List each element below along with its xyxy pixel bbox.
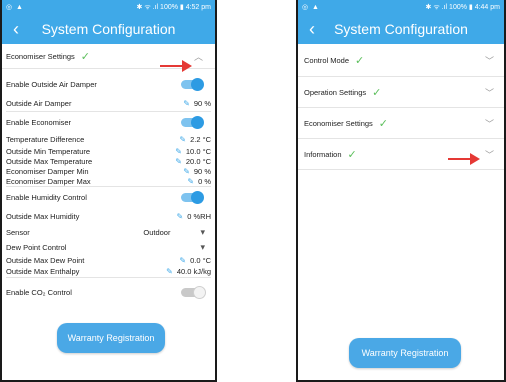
- red-arrow-annotation: [160, 60, 192, 72]
- setting-row[interactable]: Outside Max Enthalpy ✎ 40.0 kJ/kg: [2, 265, 215, 277]
- back-arrow-icon[interactable]: ‹: [302, 14, 322, 44]
- setting-row[interactable]: Outside Air Damper ✎ 90 %: [2, 95, 215, 111]
- phone-screen-right: ◎ ▲ ✱ ᯤ .ıl 100% ▮ 4:44 pm ‹ System Conf…: [296, 0, 506, 382]
- toggle-switch[interactable]: [181, 190, 204, 204]
- setting-label: Sensor: [6, 227, 30, 237]
- status-right: ✱ ᯤ .ıl 100% ▮ 4:52 pm: [136, 3, 211, 11]
- section-title: Economiser Settings: [6, 51, 75, 61]
- app-bar: ‹ System Configuration: [2, 14, 215, 44]
- setting-row[interactable]: Temperature Difference ✎ 2.2 °C: [2, 132, 215, 146]
- setting-value: 0.0 °C: [190, 255, 211, 265]
- pencil-icon[interactable]: ✎: [166, 267, 173, 276]
- setting-row[interactable]: Economiser Damper Max ✎ 0 %: [2, 176, 215, 186]
- pencil-icon[interactable]: ✎: [179, 256, 186, 265]
- back-arrow-icon[interactable]: ‹: [6, 14, 26, 44]
- page-title: System Configuration: [334, 21, 468, 37]
- app-bar: ‹ System Configuration: [298, 14, 504, 44]
- setting-value: 90 %: [193, 166, 211, 176]
- section-title: Operation Settings: [304, 87, 367, 97]
- setting-row[interactable]: Economiser Damper Min ✎ 90 %: [2, 166, 215, 176]
- section-row[interactable]: Operation Settings ✓ ﹀: [298, 77, 504, 108]
- section-title: Economiser Settings: [304, 118, 373, 128]
- setting-value: 0 %: [198, 176, 211, 186]
- warranty-registration-button[interactable]: Warranty Registration: [349, 338, 461, 368]
- setting-label: Outside Air Damper: [6, 98, 72, 108]
- toggle-switch[interactable]: [181, 285, 206, 299]
- status-icons: ◎ ▲: [302, 4, 320, 11]
- setting-value: 10.0 °C: [185, 146, 211, 156]
- setting-label: Dew Point Control: [6, 242, 67, 252]
- section-title: Information: [304, 149, 342, 159]
- setting-label: Economiser Damper Min: [6, 166, 89, 176]
- pencil-icon[interactable]: ✎: [179, 135, 186, 144]
- status-bar: ◎ ▲ ✱ ᯤ .ıl 100% ▮ 4:52 pm: [2, 0, 215, 14]
- setting-label: Outside Max Temperature: [6, 156, 93, 166]
- settings-list: Enable Outside Air Damper Outside Air Dam…: [2, 69, 215, 306]
- check-icon: ✓: [378, 117, 389, 130]
- chevron-down-icon[interactable]: ﹀: [485, 148, 494, 161]
- check-icon: ✓: [80, 50, 91, 63]
- chevron-up-icon[interactable]: ︿: [194, 50, 203, 63]
- setting-row[interactable]: Enable Outside Air Damper: [2, 73, 215, 95]
- setting-row[interactable]: Dew Point Control ▾: [2, 239, 215, 255]
- select-value[interactable]: Outdoor: [143, 228, 170, 237]
- setting-row[interactable]: Enable Humidity Control: [2, 187, 215, 207]
- section-title: Control Mode: [304, 55, 350, 65]
- setting-value: 90 %: [193, 98, 211, 108]
- section-row[interactable]: Control Mode ✓ ﹀: [298, 44, 504, 77]
- status-icons: ◎ ▲: [6, 4, 24, 11]
- setting-label: Outside Min Temperature: [6, 146, 91, 156]
- chevron-down-icon[interactable]: ﹀: [485, 54, 494, 67]
- setting-value: 40.0 kJ/kg: [176, 266, 211, 276]
- pencil-icon[interactable]: ✎: [177, 212, 184, 221]
- check-icon: ✓: [347, 148, 357, 161]
- toggle-switch[interactable]: [181, 115, 204, 129]
- setting-label: Enable CO₂ Control: [6, 287, 72, 297]
- setting-row[interactable]: Outside Min Temperature ✎ 10.0 °C: [2, 146, 215, 156]
- status-right: ✱ ᯤ .ıl 100% ▮ 4:44 pm: [425, 3, 500, 11]
- page-title: System Configuration: [41, 21, 176, 37]
- pencil-icon[interactable]: ✎: [187, 177, 194, 186]
- setting-row[interactable]: Enable CO₂ Control: [2, 278, 215, 306]
- pencil-icon[interactable]: ✎: [175, 157, 182, 166]
- toggle-switch[interactable]: [181, 77, 204, 91]
- dropdown-icon[interactable]: ▾: [200, 242, 205, 253]
- setting-row[interactable]: Outside Max Humidity ✎ 0 %RH: [2, 207, 215, 225]
- pencil-icon[interactable]: ✎: [175, 147, 182, 156]
- setting-label: Enable Economiser: [6, 117, 72, 127]
- setting-value: 2.2 °C: [190, 134, 211, 144]
- dropdown-icon[interactable]: ▾: [200, 227, 205, 238]
- setting-label: Outside Max Humidity: [6, 211, 80, 221]
- red-arrow-annotation: [448, 153, 480, 165]
- pencil-icon[interactable]: ✎: [183, 167, 190, 176]
- pencil-icon[interactable]: ✎: [183, 99, 190, 108]
- chevron-down-icon[interactable]: ﹀: [485, 86, 494, 99]
- setting-value: 20.0 °C: [185, 156, 211, 166]
- status-bar: ◎ ▲ ✱ ᯤ .ıl 100% ▮ 4:44 pm: [298, 0, 504, 14]
- setting-label: Temperature Difference: [6, 134, 85, 144]
- setting-row[interactable]: Sensor Outdoor ▾: [2, 225, 215, 239]
- setting-label: Outside Max Enthalpy: [6, 266, 80, 276]
- warranty-registration-button[interactable]: Warranty Registration: [57, 323, 165, 353]
- check-icon: ✓: [372, 86, 382, 99]
- setting-label: Enable Humidity Control: [6, 192, 87, 202]
- setting-label: Outside Max Dew Point: [6, 255, 85, 265]
- setting-row[interactable]: Outside Max Dew Point ✎ 0.0 °C: [2, 255, 215, 265]
- setting-label: Enable Outside Air Damper: [6, 79, 97, 89]
- check-icon: ✓: [355, 54, 365, 67]
- setting-value: 0 %RH: [187, 211, 211, 221]
- setting-label: Economiser Damper Max: [6, 176, 91, 186]
- setting-row[interactable]: Enable Economiser: [2, 112, 215, 132]
- chevron-down-icon[interactable]: ﹀: [485, 117, 494, 130]
- section-row[interactable]: Economiser Settings ✓ ﹀: [298, 108, 504, 139]
- setting-row[interactable]: Outside Max Temperature ✎ 20.0 °C: [2, 156, 215, 166]
